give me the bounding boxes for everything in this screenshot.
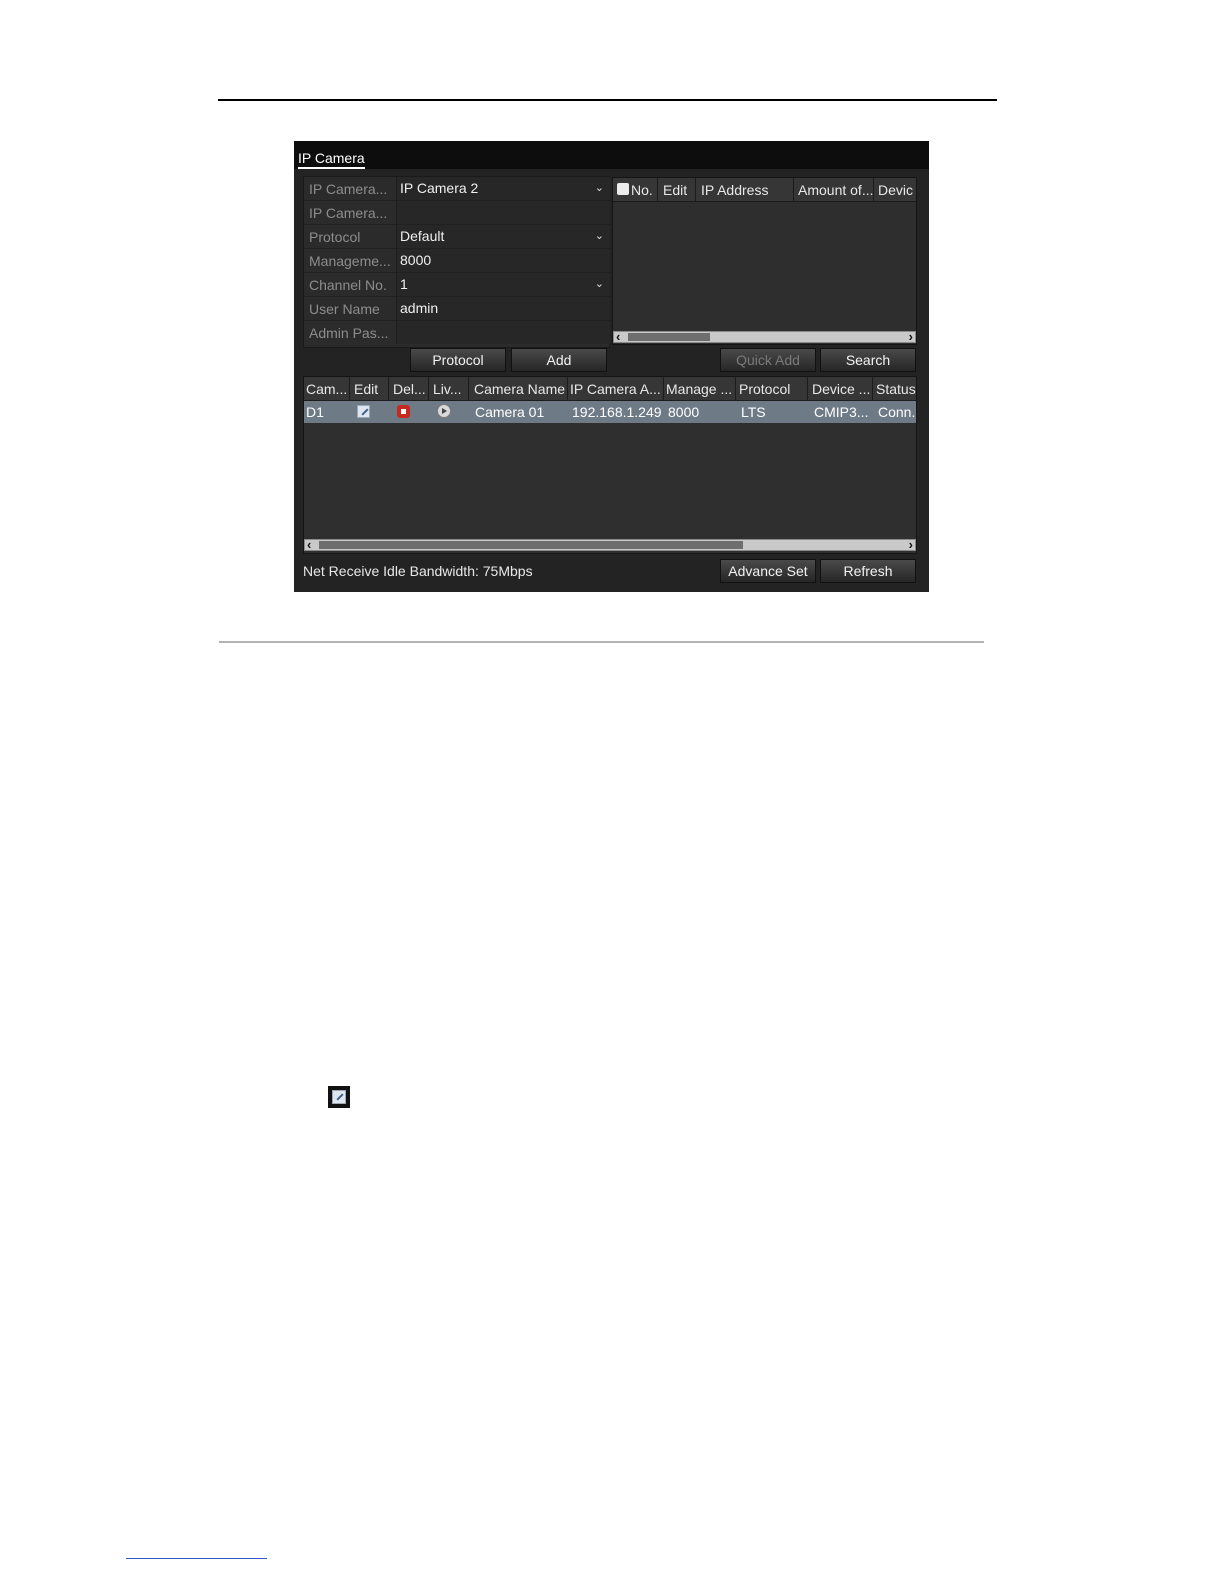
cell-camera-name: Camera 01: [475, 404, 545, 420]
column-header[interactable]: Del...: [393, 381, 426, 397]
dialog-title: IP Camera: [298, 150, 365, 169]
column-divider: [873, 178, 874, 201]
column-header[interactable]: Edit: [354, 381, 378, 397]
search-results-table: No. Edit IP Address Amount of... Devic ‹…: [612, 177, 917, 345]
form-label: Manageme...: [309, 253, 391, 269]
form-row-ip-camera-no: IP Camera... IP Camera 2 ⌄: [304, 177, 610, 201]
scroll-right-icon[interactable]: ›: [909, 329, 913, 344]
scrollbar-thumb[interactable]: [319, 541, 743, 549]
form-label: Admin Pas...: [309, 325, 389, 341]
ip-camera-no-select[interactable]: IP Camera 2 ⌄: [396, 177, 610, 200]
scrollbar-thumb[interactable]: [628, 333, 710, 341]
cell-manage-port: 8000: [668, 404, 700, 420]
column-divider: [388, 377, 389, 400]
page-header-rule: [218, 99, 997, 101]
form-row-protocol: Protocol Default ⌄: [304, 225, 610, 249]
edit-icon: [332, 1090, 346, 1104]
ip-camera-dialog: IP Camera IP Camera... IP Camera 2 ⌄ IP …: [294, 141, 929, 592]
camera-table-header: Cam... Edit Del... Liv... Camera Name IP…: [304, 377, 916, 401]
scroll-left-icon[interactable]: ‹: [616, 329, 620, 344]
column-divider: [793, 178, 794, 201]
search-button[interactable]: Search: [820, 348, 916, 372]
form-row-management-port: Manageme... 8000: [304, 249, 610, 273]
form-label: Protocol: [309, 229, 361, 245]
column-divider: [428, 377, 429, 400]
advance-set-button[interactable]: Advance Set: [720, 559, 816, 583]
column-header[interactable]: Cam...: [306, 381, 347, 397]
cell-protocol: LTS: [741, 404, 766, 420]
column-header[interactable]: IP Address: [701, 182, 768, 198]
search-table-header: No. Edit IP Address Amount of... Devic: [613, 178, 916, 202]
cell-device: CMIP3...: [814, 404, 869, 420]
edit-icon: [328, 1086, 350, 1108]
form-value: 8000: [400, 252, 432, 268]
search-table-scrollbar[interactable]: ‹ ›: [613, 329, 916, 344]
form-value: IP Camera 2: [400, 180, 479, 196]
form-value: Default: [400, 228, 445, 244]
column-header[interactable]: Device ...: [812, 381, 870, 397]
column-header[interactable]: Amount of...: [798, 182, 873, 198]
form-label: Channel No.: [309, 277, 387, 293]
chevron-down-icon: ⌄: [594, 278, 604, 290]
camera-form: IP Camera... IP Camera 2 ⌄ IP Camera... …: [303, 176, 610, 348]
column-divider: [695, 178, 696, 201]
add-button[interactable]: Add: [511, 348, 607, 372]
select-all-checkbox[interactable]: [617, 183, 629, 195]
column-header[interactable]: Manage ...: [666, 381, 732, 397]
column-divider: [567, 377, 568, 400]
column-divider: [349, 377, 350, 400]
column-header[interactable]: Protocol: [739, 381, 790, 397]
column-divider: [468, 377, 469, 400]
user-name-field[interactable]: admin: [396, 297, 610, 320]
refresh-button[interactable]: Refresh: [820, 559, 916, 583]
column-divider: [872, 377, 873, 400]
form-label: IP Camera...: [309, 205, 388, 221]
cell-camera-no: D1: [306, 404, 324, 420]
protocol-select[interactable]: Default ⌄: [396, 225, 610, 248]
bandwidth-status: Net Receive Idle Bandwidth: 75Mbps: [303, 563, 533, 579]
column-header[interactable]: No.: [631, 182, 653, 198]
channel-no-select[interactable]: 1 ⌄: [396, 273, 610, 296]
chevron-down-icon: ⌄: [594, 230, 604, 242]
form-row-admin-password: Admin Pas...: [304, 321, 610, 344]
management-port-field[interactable]: 8000: [396, 249, 610, 272]
column-divider: [735, 377, 736, 400]
column-header[interactable]: Devic: [878, 182, 913, 198]
column-header[interactable]: IP Camera A...: [570, 381, 661, 397]
footer-link-rule: [126, 1558, 267, 1559]
column-divider: [657, 178, 658, 201]
form-label: IP Camera...: [309, 181, 388, 197]
form-row-ip-camera-address: IP Camera...: [304, 201, 610, 225]
camera-list-table: Cam... Edit Del... Liv... Camera Name IP…: [303, 376, 917, 554]
chevron-down-icon: ⌄: [594, 182, 604, 194]
form-value: admin: [400, 300, 439, 316]
edit-icon[interactable]: [357, 405, 370, 418]
column-header[interactable]: Liv...: [433, 381, 462, 397]
dialog-titlebar: IP Camera: [294, 141, 929, 169]
table-row[interactable]: D1 Camera 01 192.168.1.249 8000 LTS CMIP…: [304, 401, 916, 423]
column-header[interactable]: Edit: [663, 182, 687, 198]
ip-camera-address-field[interactable]: [396, 201, 610, 224]
column-header[interactable]: Camera Name: [474, 381, 565, 397]
column-divider: [663, 377, 664, 400]
delete-icon[interactable]: [397, 405, 410, 418]
cell-ip-address: 192.168.1.249: [572, 404, 662, 420]
scroll-left-icon[interactable]: ‹: [307, 537, 311, 552]
figure-divider: [219, 641, 984, 643]
form-label: User Name: [309, 301, 380, 317]
live-view-icon[interactable]: [437, 404, 451, 418]
column-divider: [807, 377, 808, 400]
form-value: 1: [400, 276, 408, 292]
protocol-button[interactable]: Protocol: [410, 348, 506, 372]
scroll-right-icon[interactable]: ›: [909, 537, 913, 552]
quick-add-button[interactable]: Quick Add: [720, 348, 816, 372]
camera-table-scrollbar[interactable]: ‹ ›: [304, 537, 916, 552]
column-header[interactable]: Status: [876, 381, 916, 397]
admin-password-field[interactable]: [396, 321, 610, 344]
cell-status: Conn.: [878, 404, 916, 420]
form-row-channel-no: Channel No. 1 ⌄: [304, 273, 610, 297]
form-row-user-name: User Name admin: [304, 297, 610, 321]
